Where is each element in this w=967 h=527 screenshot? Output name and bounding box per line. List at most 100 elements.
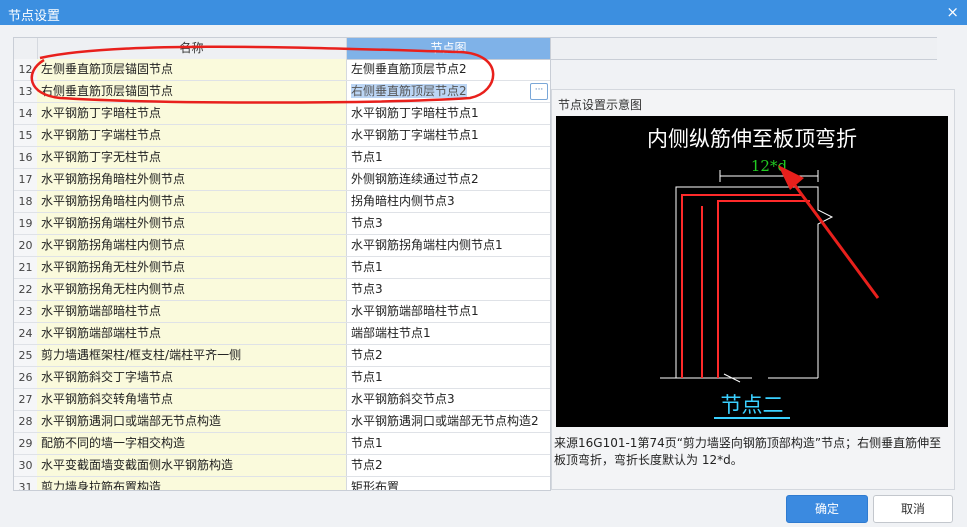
- table-row[interactable]: 23 水平钢筋端部暗柱节点 水平钢筋端部暗柱节点1: [14, 301, 550, 323]
- table-row[interactable]: 15 水平钢筋丁字端柱节点 水平钢筋丁字端柱节点1: [14, 125, 550, 147]
- row-node-cell[interactable]: 节点2: [347, 455, 550, 476]
- row-node-cell[interactable]: 拐角暗柱内侧节点3: [347, 191, 550, 212]
- row-name-cell: 水平钢筋拐角无柱外侧节点: [37, 257, 347, 278]
- row-node-value: 矩形布置: [351, 480, 400, 491]
- row-number: 22: [14, 279, 38, 300]
- table-row[interactable]: 29 配筋不同的墙一字相交构造 节点1: [14, 433, 550, 455]
- row-name-cell: 左侧垂直筋顶层锚固节点: [37, 59, 347, 80]
- node-settings-table: 名称 节点图 12 左侧垂直筋顶层锚固节点 左侧垂直筋顶层节点2 13 右侧垂直筋顶层锚…: [13, 37, 551, 491]
- table-row[interactable]: 20 水平钢筋拐角端柱内侧节点 水平钢筋拐角端柱内侧节点1: [14, 235, 550, 257]
- row-name-cell: 水平钢筋拐角无柱内侧节点: [37, 279, 347, 300]
- table-row[interactable]: 25 剪力墙遇框架柱/框支柱/端柱平齐一侧 节点2: [14, 345, 550, 367]
- row-number: 20: [14, 235, 38, 256]
- table-row[interactable]: 19 水平钢筋拐角端柱外侧节点 节点3: [14, 213, 550, 235]
- row-number: 30: [14, 455, 38, 476]
- row-node-cell[interactable]: 节点1: [347, 367, 550, 388]
- row-name-cell: 水平钢筋端部端柱节点: [37, 323, 347, 344]
- column-header-name[interactable]: 名称: [37, 38, 347, 59]
- row-node-value: 节点3: [351, 216, 383, 230]
- row-node-cell[interactable]: 水平钢筋端部暗柱节点1: [347, 301, 550, 322]
- table-row[interactable]: 24 水平钢筋端部端柱节点 端部端柱节点1: [14, 323, 550, 345]
- table-row[interactable]: 14 水平钢筋丁字暗柱节点 水平钢筋丁字暗柱节点1: [14, 103, 550, 125]
- row-name-cell: 水平钢筋斜交丁字墙节点: [37, 367, 347, 388]
- row-number: 23: [14, 301, 38, 322]
- row-name-cell: 水平钢筋拐角端柱内侧节点: [37, 235, 347, 256]
- row-node-value: 左侧垂直筋顶层节点2: [351, 62, 467, 76]
- row-node-value: 拐角暗柱内侧节点3: [351, 194, 455, 208]
- row-number-header: [14, 38, 38, 59]
- row-node-value: 节点2: [351, 458, 383, 472]
- row-node-cell[interactable]: 节点1: [347, 257, 550, 278]
- table-row[interactable]: 31 剪力墙身拉筋布置构造 矩形布置: [14, 477, 550, 491]
- row-node-value: 水平钢筋端部暗柱节点1: [351, 304, 479, 318]
- table-row[interactable]: 22 水平钢筋拐角无柱内侧节点 节点3: [14, 279, 550, 301]
- row-node-value: 水平钢筋丁字端柱节点1: [351, 128, 479, 142]
- row-number: 12: [14, 59, 38, 80]
- row-name-cell: 水平钢筋丁字端柱节点: [37, 125, 347, 146]
- row-number: 19: [14, 213, 38, 234]
- row-node-value: 节点1: [351, 150, 383, 164]
- ok-button[interactable]: 确定: [786, 495, 868, 523]
- row-node-cell[interactable]: 节点3: [347, 279, 550, 300]
- row-node-cell[interactable]: 节点1: [347, 147, 550, 168]
- outer-rebar: [681, 194, 802, 378]
- column-header-node[interactable]: 节点图: [347, 38, 550, 59]
- row-node-cell[interactable]: 矩形布置: [347, 477, 550, 491]
- table-row[interactable]: 16 水平钢筋丁字无柱节点 节点1: [14, 147, 550, 169]
- row-node-value: 水平钢筋丁字暗柱节点1: [351, 106, 479, 120]
- table-row[interactable]: 12 左侧垂直筋顶层锚固节点 左侧垂直筋顶层节点2: [14, 59, 550, 81]
- row-node-cell[interactable]: 水平钢筋斜交节点3: [347, 389, 550, 410]
- table-row[interactable]: 27 水平钢筋斜交转角墙节点 水平钢筋斜交节点3: [14, 389, 550, 411]
- row-node-value: 节点3: [351, 282, 383, 296]
- row-node-cell[interactable]: 外侧钢筋连续通过节点2: [347, 169, 550, 190]
- row-node-cell[interactable]: 水平钢筋丁字暗柱节点1: [347, 103, 550, 124]
- row-name-cell: 水平钢筋丁字无柱节点: [37, 147, 347, 168]
- table-row[interactable]: 18 水平钢筋拐角暗柱内侧节点 拐角暗柱内侧节点3: [14, 191, 550, 213]
- row-node-cell[interactable]: 水平钢筋丁字端柱节点1: [347, 125, 550, 146]
- row-node-cell[interactable]: 节点3: [347, 213, 550, 234]
- row-number: 29: [14, 433, 38, 454]
- diagram-heading: 内侧纵筋伸至板顶弯折: [647, 127, 857, 151]
- table-row[interactable]: 17 水平钢筋拐角暗柱外侧节点 外侧钢筋连续通过节点2: [14, 169, 550, 191]
- row-node-cell[interactable]: 右侧垂直筋顶层节点2 ···: [347, 81, 550, 102]
- row-node-cell[interactable]: 水平钢筋遇洞口或端部无节点构造2: [347, 411, 550, 432]
- row-node-value: 右侧垂直筋顶层节点2: [351, 84, 467, 98]
- row-name-cell: 水平钢筋丁字暗柱节点: [37, 103, 347, 124]
- row-node-cell[interactable]: 端部端柱节点1: [347, 323, 550, 344]
- table-header: 名称 节点图: [14, 38, 550, 60]
- row-node-cell[interactable]: 左侧垂直筋顶层节点2: [347, 59, 550, 80]
- table-row[interactable]: 26 水平钢筋斜交丁字墙节点 节点1: [14, 367, 550, 389]
- row-name-cell: 右侧垂直筋顶层锚固节点: [37, 81, 347, 102]
- node-preview-panel: 节点设置示意图 内侧纵筋伸至板顶弯折 12*d 节点二 来源16G101-1第7…: [551, 89, 955, 490]
- window-title: 节点设置: [8, 9, 61, 24]
- row-node-value: 端部端柱节点1: [351, 326, 431, 340]
- row-number: 14: [14, 103, 38, 124]
- row-number: 16: [14, 147, 38, 168]
- row-name-cell: 水平钢筋遇洞口或端部无节点构造: [37, 411, 347, 432]
- table-row[interactable]: 30 水平变截面墙变截面侧水平钢筋构造 节点2: [14, 455, 550, 477]
- row-node-value: 节点1: [351, 436, 383, 450]
- table-row[interactable]: 13 右侧垂直筋顶层锚固节点 右侧垂直筋顶层节点2 ···: [14, 81, 550, 103]
- grid-header-extension: [549, 37, 937, 60]
- table-body: 12 左侧垂直筋顶层锚固节点 左侧垂直筋顶层节点2 13 右侧垂直筋顶层锚固节点 右侧垂直…: [14, 59, 550, 491]
- preview-description: 来源16G101-1第74页“剪力墙竖向钢筋顶部构造”节点；右侧垂直筋伸至板顶弯…: [554, 436, 942, 467]
- ellipsis-button[interactable]: ···: [530, 83, 548, 100]
- row-node-value: 水平钢筋遇洞口或端部无节点构造2: [351, 414, 539, 428]
- row-node-value: 节点1: [351, 370, 383, 384]
- table-row[interactable]: 28 水平钢筋遇洞口或端部无节点构造 水平钢筋遇洞口或端部无节点构造2: [14, 411, 550, 433]
- inner-rebar-bent: [717, 200, 810, 378]
- row-name-cell: 水平钢筋拐角暗柱外侧节点: [37, 169, 347, 190]
- row-node-cell[interactable]: 节点1: [347, 433, 550, 454]
- row-name-cell: 配筋不同的墙一字相交构造: [37, 433, 347, 454]
- cancel-button[interactable]: 取消: [873, 495, 953, 523]
- table-row[interactable]: 21 水平钢筋拐角无柱外侧节点 节点1: [14, 257, 550, 279]
- row-node-cell[interactable]: 节点2: [347, 345, 550, 366]
- row-node-cell[interactable]: 水平钢筋拐角端柱内侧节点1: [347, 235, 550, 256]
- preview-title: 节点设置示意图: [558, 98, 643, 112]
- row-number: 25: [14, 345, 38, 366]
- row-name-cell: 剪力墙遇框架柱/框支柱/端柱平齐一侧: [37, 345, 347, 366]
- row-number: 13: [14, 81, 38, 102]
- dimension-label: 12*d: [751, 157, 788, 175]
- close-icon[interactable]: ×: [946, 3, 959, 21]
- row-node-value: 水平钢筋斜交节点3: [351, 392, 455, 406]
